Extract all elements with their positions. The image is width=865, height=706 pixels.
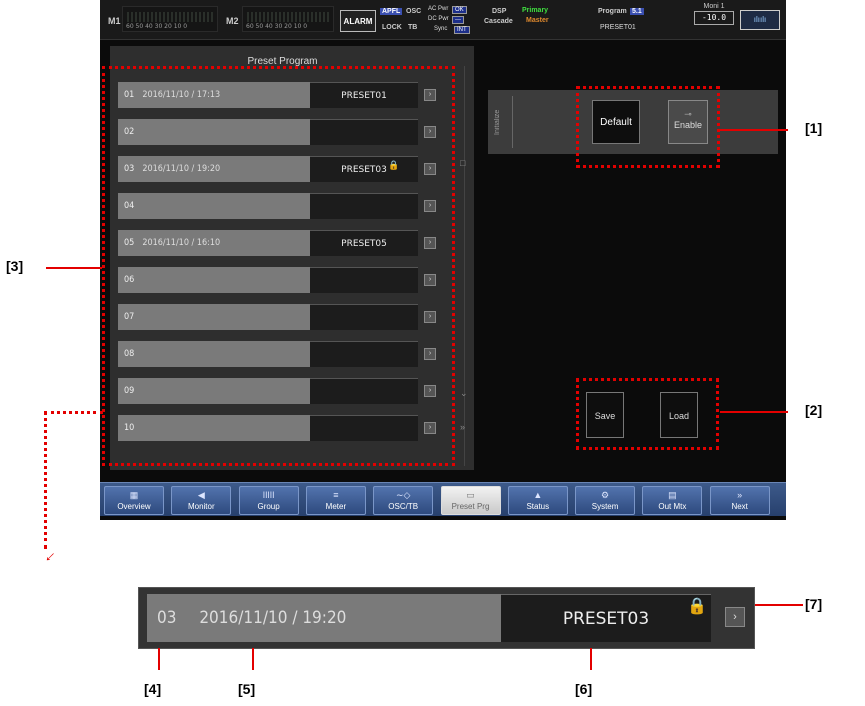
monitor-value: -10.0 [694, 11, 734, 25]
dsp-label: DSP [492, 8, 507, 15]
program-label: Program [598, 8, 627, 15]
callout-line-4 [158, 648, 160, 670]
callout-label-7: [7] [805, 596, 823, 612]
dc-pwr-status: --- [452, 16, 464, 24]
nav-label: Overview [117, 502, 151, 511]
nav-preset-prg-button[interactable]: ▭ Preset Prg [440, 486, 501, 515]
status-bar: M1 60 50 40 30 20 10 0 M2 60 50 40 30 20… [100, 0, 786, 40]
callout-line-5 [252, 648, 254, 670]
callout-box-1 [576, 86, 720, 168]
meter-m1-label: M1 [108, 16, 121, 26]
nav-icon: ▲ [533, 490, 543, 500]
meter-m2: 60 50 40 30 20 10 0 [242, 6, 334, 32]
meter-m2-label: M2 [226, 16, 239, 26]
callout-line-7 [755, 604, 803, 606]
callout-label-2: [2] [805, 402, 823, 418]
sync-label: Sync [434, 26, 448, 32]
initialize-label: Initialize [494, 109, 501, 135]
scroll-down-icon[interactable]: ⌄ [460, 388, 468, 399]
callout-label-6: [6] [575, 681, 593, 697]
nav-overview-button[interactable]: ▦ Overview [104, 486, 164, 515]
scroll-bottom-icon[interactable]: » [460, 422, 465, 432]
nav-label: Meter [325, 502, 347, 511]
alarm-button[interactable]: ALARM [340, 10, 376, 32]
zoom-row-number: 03 [157, 608, 177, 628]
nav-label: OSC/TB [388, 502, 419, 511]
nav-icon: ∼◇ [395, 490, 411, 500]
zoom-row-info[interactable]: 03 2016/11/10 / 19:20 [147, 594, 501, 642]
scrollbar[interactable]: □ ⌄ » [460, 66, 470, 466]
nav-label: Status [526, 502, 550, 511]
callout-line-1 [720, 129, 788, 131]
monitor-level[interactable]: Moni 1 -10.0 [692, 3, 736, 36]
nav-status-button[interactable]: ▲ Status [507, 486, 568, 515]
nav-system-button[interactable]: ⚙ System [575, 486, 636, 515]
master-status: Master [524, 17, 551, 24]
zoom-row-name[interactable]: PRESET03 [501, 594, 711, 642]
apfl-indicator: APFL [380, 8, 403, 15]
nav-label: Preset Prg [451, 502, 490, 511]
callout-box-2 [576, 378, 719, 450]
ac-pwr-label: AC Pwr [428, 6, 449, 12]
tb-indicator: TB [408, 24, 418, 31]
leader-horizontal [44, 411, 103, 414]
ac-pwr-status: OK [452, 6, 467, 14]
nav-icon: ▤ [668, 490, 677, 500]
divider [512, 96, 513, 148]
nav-label: Monitor [187, 502, 215, 511]
nav-meter-button[interactable]: ≡ Meter [305, 486, 366, 515]
callout-label-5: [5] [238, 681, 256, 697]
program-format: 5.1 [630, 8, 644, 15]
program-name: PRESET01 [600, 24, 636, 31]
nav-label: Group [257, 502, 280, 511]
osc-indicator: OSC [406, 8, 422, 15]
callout-label-1: [1] [805, 120, 823, 136]
nav-monitor-button[interactable]: ◀ Monitor [171, 486, 232, 515]
meter-m1: 60 50 40 30 20 10 0 [122, 6, 218, 32]
nav-icon: » [737, 490, 743, 500]
sync-status: INT [454, 26, 470, 34]
zoom-row-date: 2016/11/10 / 19:20 [199, 608, 347, 628]
nav-icon: ◀ [197, 490, 205, 500]
monitor-label: Moni 1 [703, 3, 725, 10]
nav-group-button[interactable]: ǀǀǀǀǀ Group [238, 486, 299, 515]
leader-vertical [44, 411, 47, 549]
lock-indicator: LOCK [382, 24, 402, 31]
lock-icon: 🔒 [687, 598, 707, 615]
zoom-row-arrow-button[interactable]: › [725, 607, 745, 627]
nav-icon: ▭ [466, 490, 475, 500]
meter-m2-scale: 60 50 40 30 20 10 0 [246, 23, 308, 30]
bottom-nav-bar: ▦ Overview ◀ Monitor ǀǀǀǀǀ Group ≡ Meter ∼◇ OSC/T… [100, 482, 786, 516]
nav-label: System [591, 502, 619, 511]
nav-label: Next [731, 502, 748, 511]
scroll-position-indicator: □ [460, 158, 466, 168]
meter-m1-scale: 60 50 40 30 20 10 0 [126, 23, 188, 30]
cascade-label: Cascade [484, 18, 513, 25]
nav-label: Out Mtx [658, 502, 687, 511]
nav-osc-tb-button[interactable]: ∼◇ OSC/TB [373, 486, 434, 515]
callout-line-2 [720, 411, 788, 413]
zoomed-preset-row: 03 2016/11/10 / 19:20 PRESET03 🔒 › [138, 587, 755, 649]
callout-box-3 [102, 66, 455, 466]
nav-next-button[interactable]: » Next [709, 486, 770, 515]
nav-icon: ▦ [129, 490, 139, 500]
nav-icon: ≡ [333, 490, 339, 500]
nav-out-mtx-button[interactable]: ▤ Out Mtx [642, 486, 703, 515]
callout-label-3: [3] [6, 258, 24, 274]
nav-icon: ǀǀǀǀǀ [262, 490, 275, 500]
callout-label-4: [4] [144, 681, 162, 697]
callout-line-6 [590, 648, 592, 670]
callout-line-3 [46, 267, 102, 269]
meter-bridge-button[interactable]: ılıılı [740, 10, 780, 30]
primary-status: Primary [520, 7, 551, 14]
nav-icon: ⚙ [601, 490, 610, 500]
leader-arrow-icon: ↓ [41, 547, 60, 566]
dc-pwr-label: DC Pwr [428, 16, 449, 22]
